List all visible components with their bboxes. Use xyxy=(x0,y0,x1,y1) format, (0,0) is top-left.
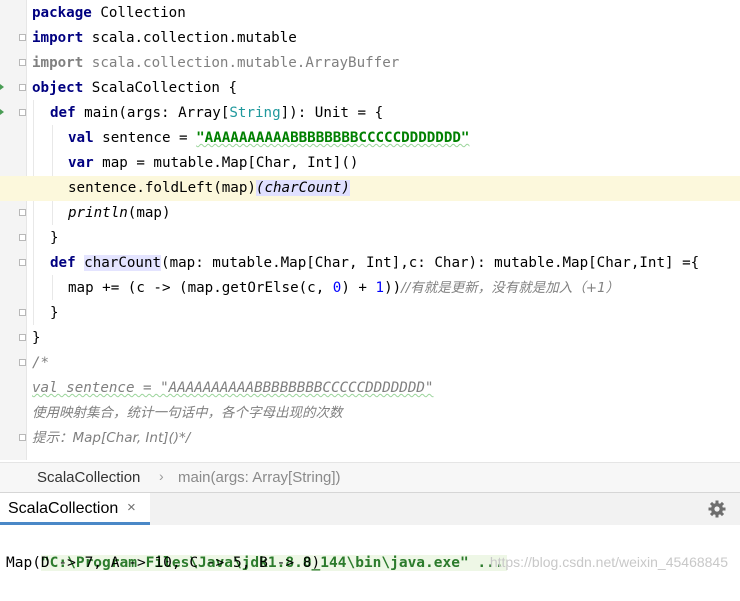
type-name: String xyxy=(229,105,281,121)
code-text: )) xyxy=(384,280,402,296)
code-line-16[interactable]: val sentence = "AAAAAAAAAABBBBBBBBCCCCCD… xyxy=(0,376,740,401)
tab-run-scalacollection[interactable]: ScalaCollection × xyxy=(0,493,150,525)
code-line-13[interactable]: } xyxy=(0,301,740,326)
code-text: map += (c -> (map.getOrElse(c, xyxy=(68,280,333,296)
code-text: } xyxy=(50,305,59,321)
keyword: package xyxy=(32,5,92,21)
code-line-7[interactable]: var map = mutable.Map[Char, Int]() xyxy=(0,151,740,176)
breadcrumb-item-method[interactable]: main(args: Array[String]) xyxy=(178,469,341,486)
breadcrumb-chevron-icon: › xyxy=(159,468,164,484)
code-line-18[interactable]: 提示：Map[Char, Int]()*/ xyxy=(0,426,740,451)
code-line-5[interactable]: def main(args: Array[String]): Unit = { xyxy=(0,101,740,126)
code-text: map = mutable.Map[Char, Int]() xyxy=(93,155,359,171)
code-line-2[interactable]: import scala.collection.mutable xyxy=(0,26,740,51)
block-comment: 使用映射集合，统计一句话中，各个字母出现的次数 xyxy=(32,405,343,421)
block-comment: val sentence = "AAAAAAAAAABBBBBBBBCCCCCD… xyxy=(32,380,434,396)
code-text: ]): Unit = { xyxy=(280,105,384,121)
highlighted-argument: (charCount) xyxy=(255,180,350,196)
close-icon[interactable]: × xyxy=(127,499,136,516)
keyword: val xyxy=(68,130,94,146)
breadcrumb: ScalaCollection › main(args: Array[Strin… xyxy=(0,462,740,493)
gear-icon[interactable] xyxy=(707,499,727,519)
console-line-output: Map(D -> 7, A -> 10, C -> 5, B -> 8) xyxy=(6,555,321,571)
function-name: charCount xyxy=(84,255,162,271)
code-line-11[interactable]: def charCount(map: mutable.Map[Char, Int… xyxy=(0,251,740,276)
code-text: } xyxy=(32,330,41,346)
keyword: def xyxy=(50,255,76,271)
run-tool-window-header: ScalaCollection × xyxy=(0,492,740,526)
function-name: println xyxy=(68,205,128,221)
code-text: main(args: Array[ xyxy=(75,105,230,121)
code-text: Collection xyxy=(91,5,186,21)
code-line-4[interactable]: object ScalaCollection { xyxy=(0,76,740,101)
console-line-command: "C:\Program Files\Java\jdk1.8.0_144\bin\… xyxy=(6,526,507,571)
block-comment: /* xyxy=(32,355,50,371)
code-text: (map: mutable.Map[Char, Int],c: Char): m… xyxy=(161,255,700,271)
block-comment: 提示：Map[Char, Int]()*/ xyxy=(32,430,191,446)
line-comment: //有就是更新，没有就是加入（+1） xyxy=(401,280,620,296)
code-line-12[interactable]: map += (c -> (map.getOrElse(c, 0) + 1))/… xyxy=(0,276,740,301)
watermark: https://blog.csdn.net/weixin_45468845 xyxy=(489,554,728,570)
keyword: def xyxy=(50,105,76,121)
code-text: ScalaCollection { xyxy=(83,80,237,96)
breadcrumb-item-object[interactable]: ScalaCollection xyxy=(37,469,140,486)
keyword: var xyxy=(68,155,94,171)
code-editor[interactable]: package Collection import scala.collecti… xyxy=(0,0,740,460)
number-literal: 1 xyxy=(375,280,385,296)
code-text: sentence.foldLeft(map) xyxy=(68,180,256,196)
code-line-6[interactable]: val sentence = "AAAAAAAAAABBBBBBBBCCCCCD… xyxy=(0,126,740,151)
keyword: import xyxy=(32,55,84,71)
keyword: object xyxy=(32,80,84,96)
code-line-3[interactable]: import scala.collection.mutable.ArrayBuf… xyxy=(0,51,740,76)
code-line-9[interactable]: println(map) xyxy=(0,201,740,226)
tab-label: ScalaCollection xyxy=(8,500,119,517)
code-text: ) + xyxy=(341,280,376,296)
code-text: (map) xyxy=(127,205,171,221)
code-line-10[interactable]: } xyxy=(0,226,740,251)
code-line-1[interactable]: package Collection xyxy=(0,1,740,26)
code-text: scala.collection.mutable xyxy=(83,30,297,46)
code-line-15[interactable]: /* xyxy=(0,351,740,376)
code-line-14[interactable]: } xyxy=(0,326,740,351)
keyword: import xyxy=(32,30,84,46)
code-text: sentence = xyxy=(93,130,197,146)
code-text: scala.collection.mutable.ArrayBuffer xyxy=(83,55,400,71)
string-literal: "AAAAAAAAAABBBBBBBBCCCCCDDDDDDD" xyxy=(196,130,470,146)
code-line-17[interactable]: 使用映射集合，统计一句话中，各个字母出现的次数 xyxy=(0,401,740,426)
code-line-8-current[interactable]: sentence.foldLeft(map)(charCount) xyxy=(0,176,740,201)
code-text: } xyxy=(50,230,59,246)
